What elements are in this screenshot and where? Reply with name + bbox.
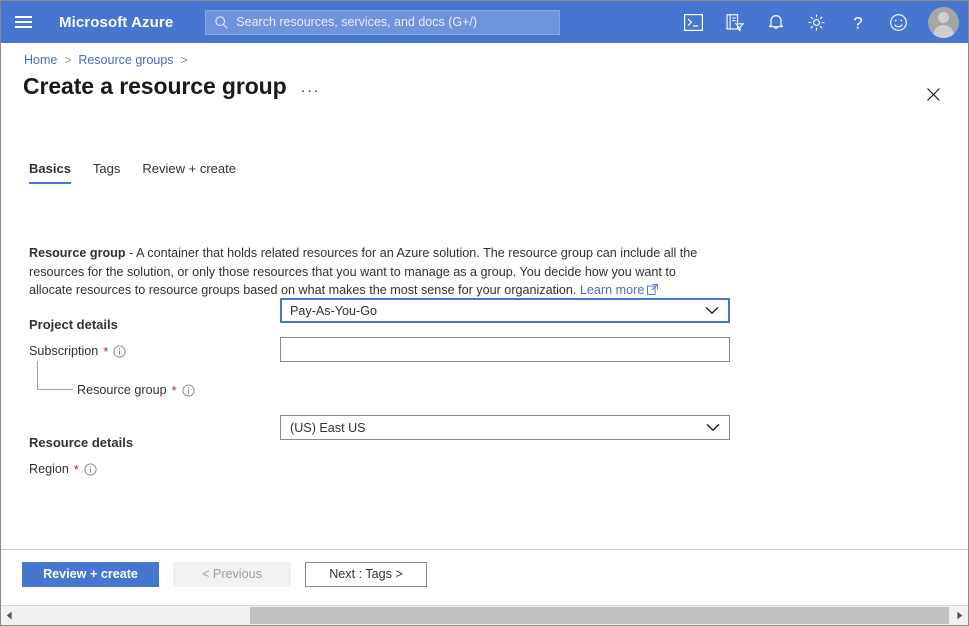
global-header: Microsoft Azure Search resources, servic… [1, 1, 968, 43]
more-options-menu[interactable]: ··· [301, 74, 321, 99]
close-icon [926, 87, 941, 102]
description-lead: Resource group [29, 246, 126, 260]
region-dropdown[interactable]: (US) East US [280, 415, 730, 440]
settings-gear-icon[interactable] [796, 1, 837, 43]
subscription-label-text: Subscription [29, 344, 98, 358]
global-search-placeholder: Search resources, services, and docs (G+… [236, 15, 477, 29]
chevron-down-icon [706, 423, 720, 432]
hamburger-bars [15, 13, 32, 31]
scrollbar-track[interactable] [18, 606, 951, 625]
resource-group-name-input[interactable] [280, 337, 730, 362]
svg-text:?: ? [853, 13, 862, 32]
blade-footer: Review + create < Previous Next : Tags > [1, 550, 968, 598]
breadcrumb-item-home[interactable]: Home [24, 53, 57, 67]
scroll-left-icon[interactable] [1, 606, 18, 625]
subscription-required-mark: * [103, 345, 108, 358]
avatar-image [928, 7, 959, 38]
next-tags-button[interactable]: Next : Tags > [305, 562, 427, 587]
tab-review-create[interactable]: Review + create [131, 161, 247, 184]
cloud-shell-icon[interactable] [673, 1, 714, 43]
horizontal-scrollbar[interactable] [1, 605, 968, 625]
project-details-heading: Project details [29, 317, 118, 332]
avatar-head [938, 12, 949, 23]
header-actions: ? [673, 1, 968, 43]
resource-group-info-icon[interactable] [182, 384, 195, 397]
region-selected-value: (US) East US [290, 421, 366, 435]
review-create-button[interactable]: Review + create [22, 562, 159, 587]
tab-basics[interactable]: Basics [27, 161, 82, 184]
notifications-bell-icon[interactable] [755, 1, 796, 43]
azure-brand-link[interactable]: Microsoft Azure [59, 14, 173, 31]
blade-tabs: Basics Tags Review + create [27, 161, 247, 184]
subscription-label: Subscription * [29, 344, 126, 358]
help-question-icon[interactable]: ? [837, 1, 878, 43]
region-label: Region * [29, 462, 97, 476]
user-avatar[interactable] [919, 1, 968, 43]
title-row: Create a resource group ··· [23, 73, 320, 100]
resource-group-label-text: Resource group [77, 383, 167, 397]
breadcrumb-separator: > [181, 53, 188, 67]
hamburger-menu-icon[interactable] [1, 1, 45, 43]
feedback-smiley-icon[interactable] [878, 1, 919, 43]
chevron-down-icon [705, 306, 719, 315]
region-info-icon[interactable] [84, 463, 97, 476]
create-resource-group-blade: Home > Resource groups > Create a resour… [1, 43, 968, 549]
breadcrumb-item-resource-groups[interactable]: Resource groups [78, 53, 173, 67]
subscription-info-icon[interactable] [113, 345, 126, 358]
resource-details-heading: Resource details [29, 435, 133, 450]
blade-description: Resource group - A container that holds … [29, 244, 719, 301]
avatar-body [933, 25, 954, 38]
subscription-selected-value: Pay-As-You-Go [290, 304, 377, 318]
breadcrumb-separator: > [64, 53, 71, 67]
tab-tags[interactable]: Tags [82, 161, 131, 184]
scrollbar-thumb[interactable] [250, 607, 949, 624]
azure-portal-window: Microsoft Azure Search resources, servic… [0, 0, 969, 626]
subscription-resourcegroup-tree-connector [37, 361, 73, 390]
previous-button: < Previous [173, 562, 291, 587]
directories-filter-icon[interactable] [714, 1, 755, 43]
search-icon [214, 15, 229, 30]
scroll-right-icon[interactable] [951, 606, 968, 625]
resource-group-required-mark: * [172, 384, 177, 397]
region-label-text: Region [29, 462, 69, 476]
resource-group-label: Resource group * [77, 383, 195, 397]
region-required-mark: * [74, 463, 79, 476]
global-search-input[interactable]: Search resources, services, and docs (G+… [205, 10, 560, 35]
breadcrumb: Home > Resource groups > [24, 53, 188, 67]
close-blade-button[interactable] [920, 81, 946, 107]
page-title: Create a resource group [23, 73, 287, 100]
learn-more-link[interactable]: Learn more [580, 283, 644, 297]
subscription-dropdown[interactable]: Pay-As-You-Go [280, 298, 730, 323]
